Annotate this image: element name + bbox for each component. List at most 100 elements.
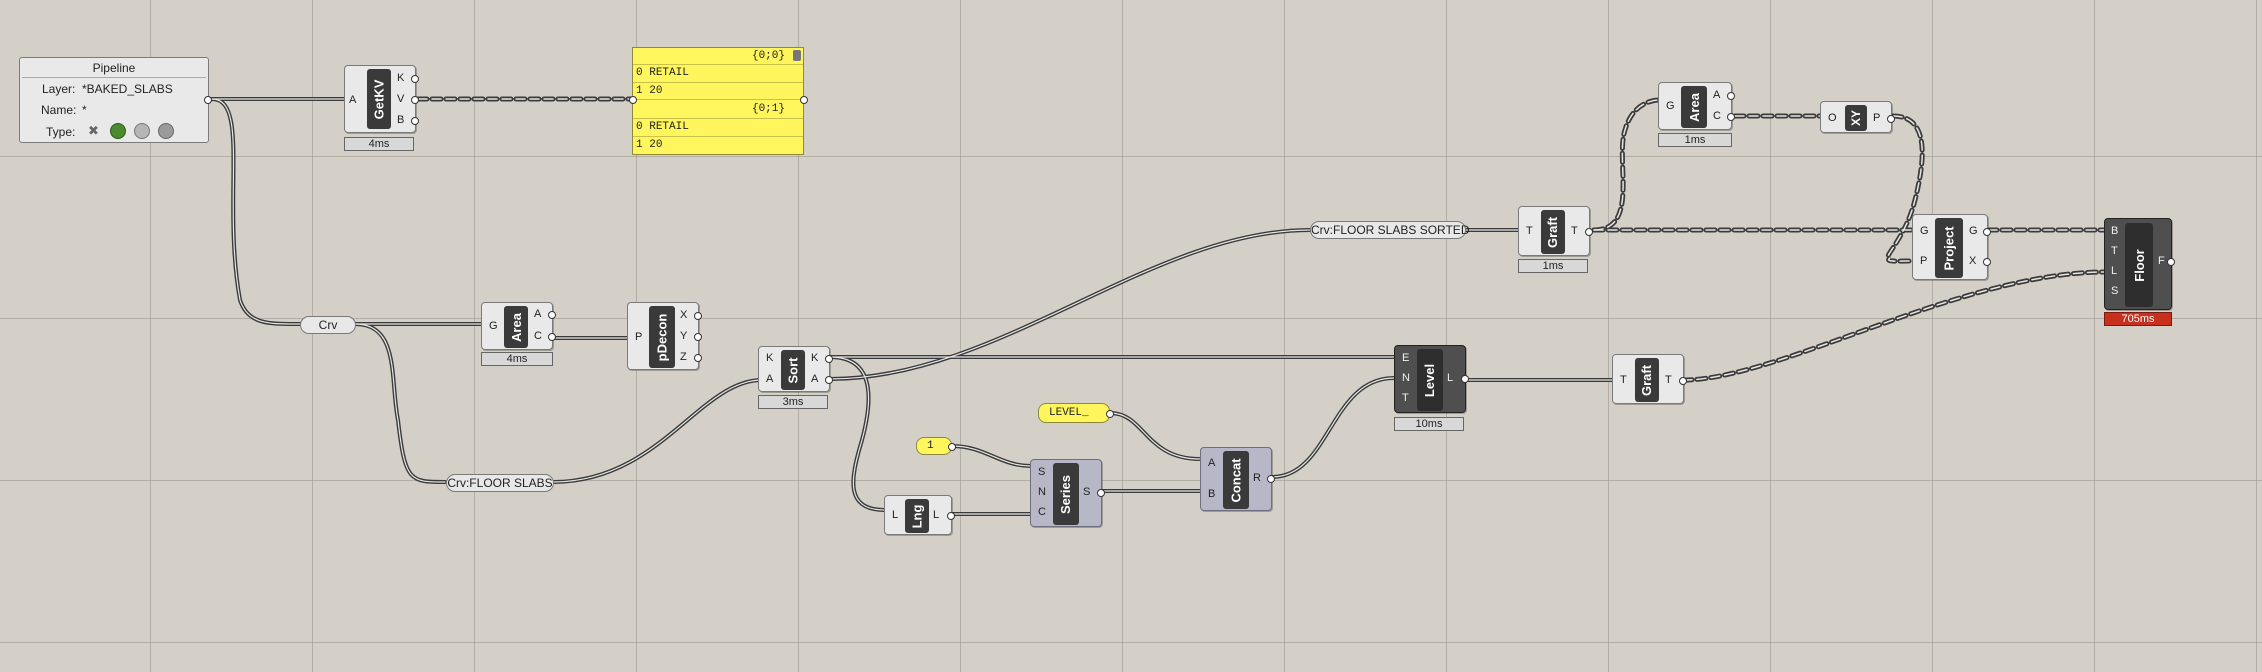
output-grip[interactable] [1727, 92, 1735, 100]
output-grip[interactable] [411, 96, 419, 104]
lng-component[interactable]: L Lng L [884, 495, 955, 535]
output-l[interactable]: L [1447, 372, 1453, 384]
curve-icon[interactable] [110, 123, 126, 139]
output-grip[interactable] [1983, 228, 1991, 236]
output-grip[interactable] [1679, 377, 1687, 385]
input-g[interactable]: G [1920, 225, 1929, 237]
grasshopper-canvas[interactable]: Pipeline Layer: *BAKED_SLABS Name: * Typ… [0, 0, 2262, 672]
scroll-handle[interactable] [793, 50, 801, 61]
output-k[interactable]: K [811, 352, 818, 364]
input-s[interactable]: S [2111, 285, 2118, 297]
surface-icon[interactable] [134, 123, 150, 139]
brep-icon[interactable] [158, 123, 174, 139]
area-component[interactable]: G Area A C [1658, 82, 1735, 130]
layer-value[interactable]: *BAKED_SLABS [82, 82, 173, 96]
output-t[interactable]: T [1665, 374, 1672, 386]
output-l[interactable]: L [933, 509, 939, 521]
input-l[interactable]: L [2111, 265, 2117, 277]
input-t[interactable]: T [1402, 392, 1409, 404]
pipeline-component[interactable]: Pipeline Layer: *BAKED_SLABS Name: * Typ… [19, 57, 212, 143]
output-grip[interactable] [1267, 475, 1275, 483]
output-p[interactable]: P [1873, 112, 1880, 124]
input-p[interactable]: P [1920, 255, 1927, 267]
output-grip[interactable] [694, 354, 702, 362]
input-g[interactable]: G [489, 320, 498, 332]
level-text-panel[interactable]: LEVEL_ [1038, 403, 1114, 423]
output-grip[interactable] [1461, 375, 1469, 383]
panel-output-grip[interactable] [1106, 410, 1114, 418]
output-grip[interactable] [1983, 258, 1991, 266]
pipeline-output-grip[interactable] [204, 96, 212, 104]
input-e[interactable]: E [1402, 352, 1409, 364]
output-grip[interactable] [411, 117, 419, 125]
concat-component[interactable]: A B Concat R [1200, 447, 1275, 511]
output-a[interactable]: A [811, 373, 818, 385]
panel-output-grip[interactable] [948, 443, 956, 451]
graft-component[interactable]: T Graft T [1518, 206, 1593, 256]
output-t[interactable]: T [1571, 225, 1578, 237]
output-grip[interactable] [2167, 258, 2175, 266]
input-p[interactable]: P [635, 331, 642, 343]
getkv-component[interactable]: A GetKV K V B [344, 65, 419, 133]
output-grip[interactable] [548, 333, 556, 341]
sort-component[interactable]: K A Sort K A [758, 346, 833, 392]
input-t[interactable]: T [2111, 245, 2118, 257]
floor-component[interactable]: B T L S Floor F [2104, 218, 2175, 310]
output-grip[interactable] [694, 312, 702, 320]
name-value[interactable]: * [82, 103, 87, 117]
output-r[interactable]: R [1253, 472, 1261, 484]
output-grip[interactable] [548, 311, 556, 319]
input-o[interactable]: O [1828, 112, 1837, 124]
panel-output-grip[interactable] [800, 96, 808, 104]
output-b[interactable]: B [397, 114, 404, 126]
output-a[interactable]: A [534, 308, 541, 320]
xy-component[interactable]: O XY P [1820, 101, 1895, 133]
output-grip[interactable] [825, 355, 833, 363]
output-f[interactable]: F [2158, 255, 2165, 267]
area-component[interactable]: G Area A C [481, 302, 556, 350]
input-n[interactable]: N [1038, 486, 1046, 498]
input-t[interactable]: T [1620, 374, 1627, 386]
input-c[interactable]: C [1038, 506, 1046, 518]
output-c[interactable]: C [534, 330, 542, 342]
output-c[interactable]: C [1713, 110, 1721, 122]
output-grip[interactable] [694, 333, 702, 341]
output-g[interactable]: G [1969, 225, 1978, 237]
level-component[interactable]: E N T Level L [1394, 345, 1469, 413]
output-a[interactable]: A [1713, 89, 1720, 101]
input-g[interactable]: G [1666, 100, 1675, 112]
input-b[interactable]: B [2111, 225, 2118, 237]
output-grip[interactable] [411, 75, 419, 83]
input-l[interactable]: L [892, 509, 898, 521]
output-grip[interactable] [825, 376, 833, 384]
data-panel[interactable]: {0;0} 0 RETAIL 1 20 {0;1} 0 RETAIL 1 20 [629, 47, 808, 155]
input-s[interactable]: S [1038, 466, 1045, 478]
input-n[interactable]: N [1402, 372, 1410, 384]
input-b[interactable]: B [1208, 488, 1215, 500]
input-a[interactable]: A [349, 94, 356, 106]
pdecon-component[interactable]: P pDecon X Y Z [627, 302, 702, 370]
panel-input-grip[interactable] [629, 96, 637, 104]
output-x[interactable]: X [680, 309, 687, 321]
output-grip[interactable] [947, 512, 955, 520]
number-panel[interactable]: 1 [916, 437, 956, 455]
input-a[interactable]: A [766, 373, 773, 385]
input-a[interactable]: A [1208, 457, 1215, 469]
output-grip[interactable] [1727, 113, 1735, 121]
crv-floor-slabs-sorted-param[interactable]: Crv:FLOOR SLABS SORTED [1310, 221, 1469, 239]
cross-icon[interactable]: ✖ [88, 123, 99, 139]
output-k[interactable]: K [397, 72, 404, 84]
crv-param[interactable]: Crv [300, 316, 356, 334]
output-grip[interactable] [1097, 489, 1105, 497]
input-t[interactable]: T [1526, 225, 1533, 237]
output-x[interactable]: X [1969, 255, 1976, 267]
output-z[interactable]: Z [680, 351, 687, 363]
graft-component[interactable]: T Graft T [1612, 354, 1687, 404]
project-component[interactable]: G P Project G X [1912, 214, 1991, 280]
crv-floor-slabs-param[interactable]: Crv:FLOOR SLABS [446, 474, 554, 492]
output-v[interactable]: V [397, 93, 404, 105]
series-component[interactable]: S N C Series S [1030, 459, 1105, 527]
input-k[interactable]: K [766, 352, 773, 364]
output-y[interactable]: Y [680, 330, 687, 342]
output-grip[interactable] [1585, 228, 1593, 236]
